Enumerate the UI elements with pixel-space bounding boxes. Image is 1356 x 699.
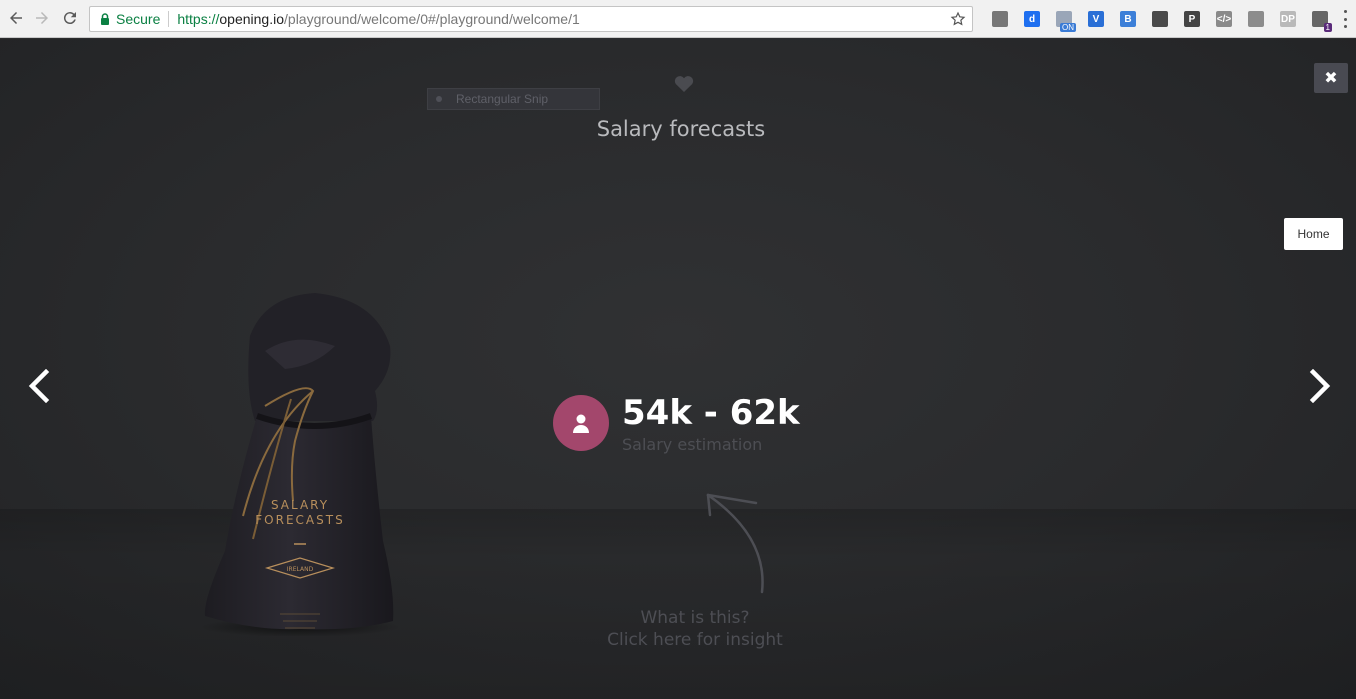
- forward-arrow-icon: [36, 12, 48, 24]
- circle-icon: [1248, 11, 1264, 27]
- playground-stage: Rectangular Snip Salary forecasts ✖ Home…: [0, 39, 1356, 699]
- rectangular-snip-overlay: Rectangular Snip: [427, 88, 600, 110]
- extension-button[interactable]: DP: [1272, 8, 1304, 30]
- url-scheme: https://: [177, 11, 220, 27]
- address-bar[interactable]: Secure https://opening.io/playground/wel…: [89, 6, 973, 32]
- extension-button[interactable]: [1144, 8, 1176, 30]
- extension-button[interactable]: [1240, 8, 1272, 30]
- extension-button[interactable]: ON: [1048, 8, 1080, 32]
- bag-title-line1: SALARY: [271, 498, 329, 512]
- back-arrow-icon: [10, 12, 22, 24]
- browser-menu-button[interactable]: [1342, 10, 1348, 28]
- page-title: Salary forecasts: [0, 117, 1356, 141]
- extension-button[interactable]: P: [1176, 8, 1208, 30]
- snip-label: Rectangular Snip: [456, 92, 549, 106]
- extension-badge: ON: [1060, 23, 1076, 32]
- snip-dot-icon: [436, 96, 442, 102]
- url-host: opening.io: [219, 11, 285, 27]
- salary-bag-image: SALARY FORECASTS IRELAND: [200, 293, 400, 636]
- salary-stat: 54k - 62k Salary estimation: [553, 393, 800, 454]
- url-path: /playground/welcome/0#/playground/welcom…: [284, 11, 580, 27]
- stat-text: 54k - 62k Salary estimation: [622, 393, 800, 454]
- insight-line1: What is this?: [640, 608, 750, 628]
- code-icon: </>: [1216, 11, 1232, 27]
- dp-icon: DP: [1280, 11, 1296, 27]
- bag-title-line2: FORECASTS: [255, 513, 344, 527]
- next-arrow-icon[interactable]: [1307, 369, 1333, 403]
- back-button[interactable]: [4, 6, 28, 30]
- lock-icon: [101, 13, 109, 25]
- bookmark-star-icon[interactable]: [950, 11, 966, 27]
- user-icon: [573, 414, 589, 433]
- browser-toolbar: Secure https://opening.io/playground/wel…: [0, 0, 1356, 38]
- evernote-icon: [1152, 11, 1168, 27]
- omnibox-divider: [168, 11, 170, 27]
- secure-label: Secure: [116, 11, 161, 27]
- reload-button[interactable]: [58, 6, 82, 30]
- heart-icon[interactable]: [674, 75, 694, 93]
- insight-line2: Click here for insight: [607, 630, 783, 650]
- salary-estimation-label: Salary estimation: [622, 435, 763, 454]
- menu-dot-icon: [1343, 25, 1347, 28]
- bag-badge-text: IRELAND: [287, 566, 314, 573]
- stack-icon: [992, 11, 1008, 27]
- p-icon: P: [1184, 11, 1200, 27]
- insight-link[interactable]: What is this? Click here for insight: [595, 607, 795, 651]
- home-button[interactable]: Home: [1284, 218, 1343, 250]
- bracket-icon: B: [1120, 11, 1136, 27]
- close-button[interactable]: ✖: [1314, 63, 1348, 93]
- extension-button[interactable]: [984, 8, 1016, 30]
- extension-button[interactable]: V: [1080, 8, 1112, 30]
- v-icon: V: [1088, 11, 1104, 27]
- extensions-bar: d ON V B P </> DP 1: [984, 8, 1336, 32]
- menu-dot-icon: [1343, 10, 1347, 13]
- menu-dot-icon: [1343, 17, 1347, 21]
- d-icon: d: [1024, 11, 1040, 27]
- extension-button[interactable]: 1: [1304, 8, 1336, 32]
- salary-range-value: 54k - 62k: [622, 393, 800, 433]
- extension-badge: 1: [1323, 23, 1332, 32]
- page-title-text: Salary forecasts: [596, 117, 766, 141]
- extension-button[interactable]: d: [1016, 8, 1048, 30]
- extension-button[interactable]: </>: [1208, 8, 1240, 30]
- reload-icon: [63, 12, 76, 25]
- extension-button[interactable]: B: [1112, 8, 1144, 30]
- previous-arrow-icon[interactable]: [26, 369, 52, 403]
- avatar: [553, 395, 609, 451]
- curved-arrow-icon: [706, 493, 764, 594]
- forward-button[interactable]: [30, 6, 54, 30]
